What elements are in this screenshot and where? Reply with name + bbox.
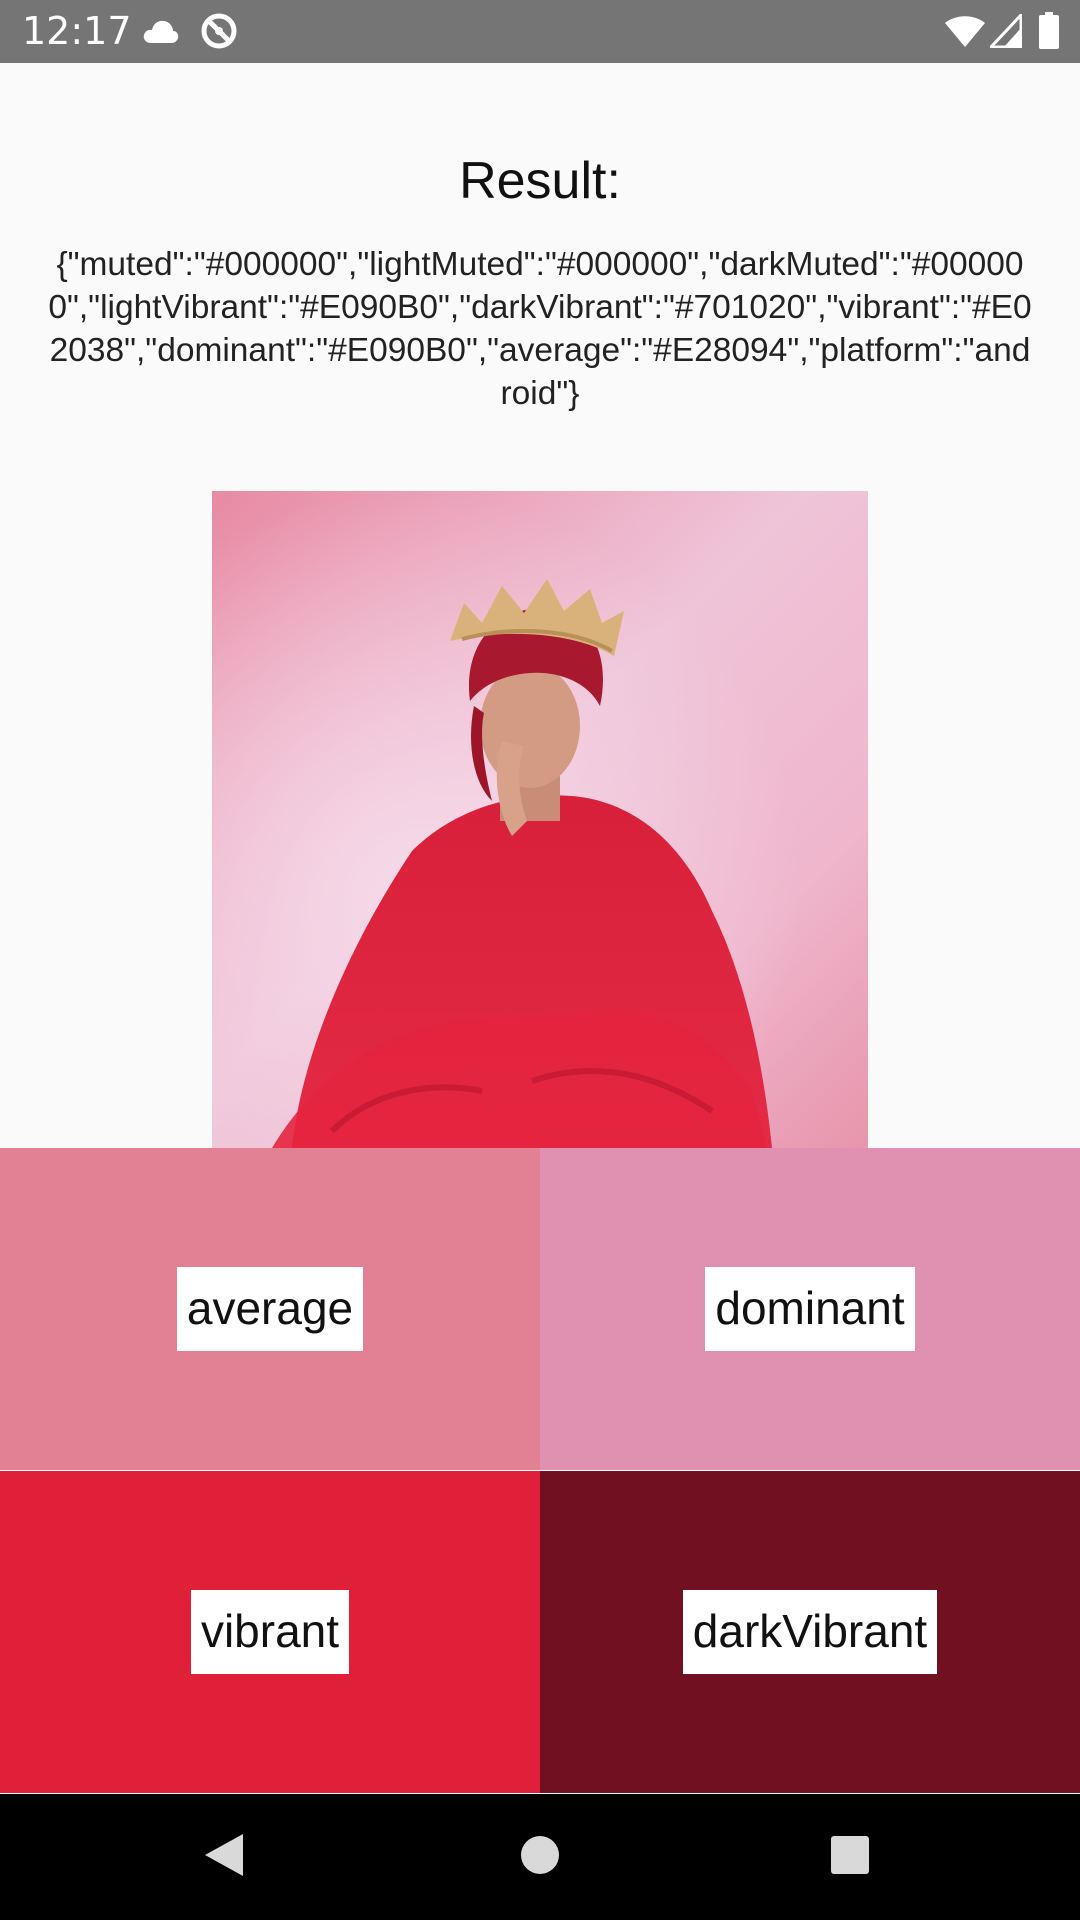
recents-icon [830, 1835, 870, 1880]
swatch-dark-vibrant: darkVibrant [540, 1471, 1080, 1793]
swatch-label-vibrant: vibrant [190, 1590, 350, 1674]
status-time: 12:17 [22, 9, 132, 53]
swatch-label-dominant: dominant [705, 1267, 915, 1351]
swatch-dominant: dominant [540, 1148, 1080, 1470]
signal-icon [987, 11, 1023, 53]
home-button[interactable] [480, 1794, 600, 1920]
navigation-bar [0, 1794, 1080, 1920]
recents-button[interactable] [790, 1794, 910, 1920]
home-icon [520, 1835, 560, 1880]
battery-icon [1038, 12, 1060, 55]
sync-disabled-icon [200, 12, 238, 55]
swatch-average: average [0, 1148, 540, 1470]
result-json-text: {"muted":"#000000","lightMuted":"#000000… [48, 246, 1032, 412]
portrait-image [212, 491, 868, 1148]
swatch-vibrant: vibrant [0, 1471, 540, 1793]
back-icon [203, 1832, 247, 1883]
swatch-label-average: average [176, 1267, 364, 1351]
status-bar: 12:17 [0, 0, 1080, 63]
swatch-label-dark-vibrant: darkVibrant [682, 1590, 938, 1674]
wifi-icon [944, 14, 986, 53]
result-title: Result: [459, 152, 621, 210]
back-button[interactable] [165, 1794, 285, 1920]
cloud-icon [142, 16, 180, 51]
screen: 12:17 Result: {"muted":"#000000","lightM… [0, 0, 1080, 1920]
main-content: Result: {"muted":"#000000","lightMuted":… [0, 63, 1080, 1148]
